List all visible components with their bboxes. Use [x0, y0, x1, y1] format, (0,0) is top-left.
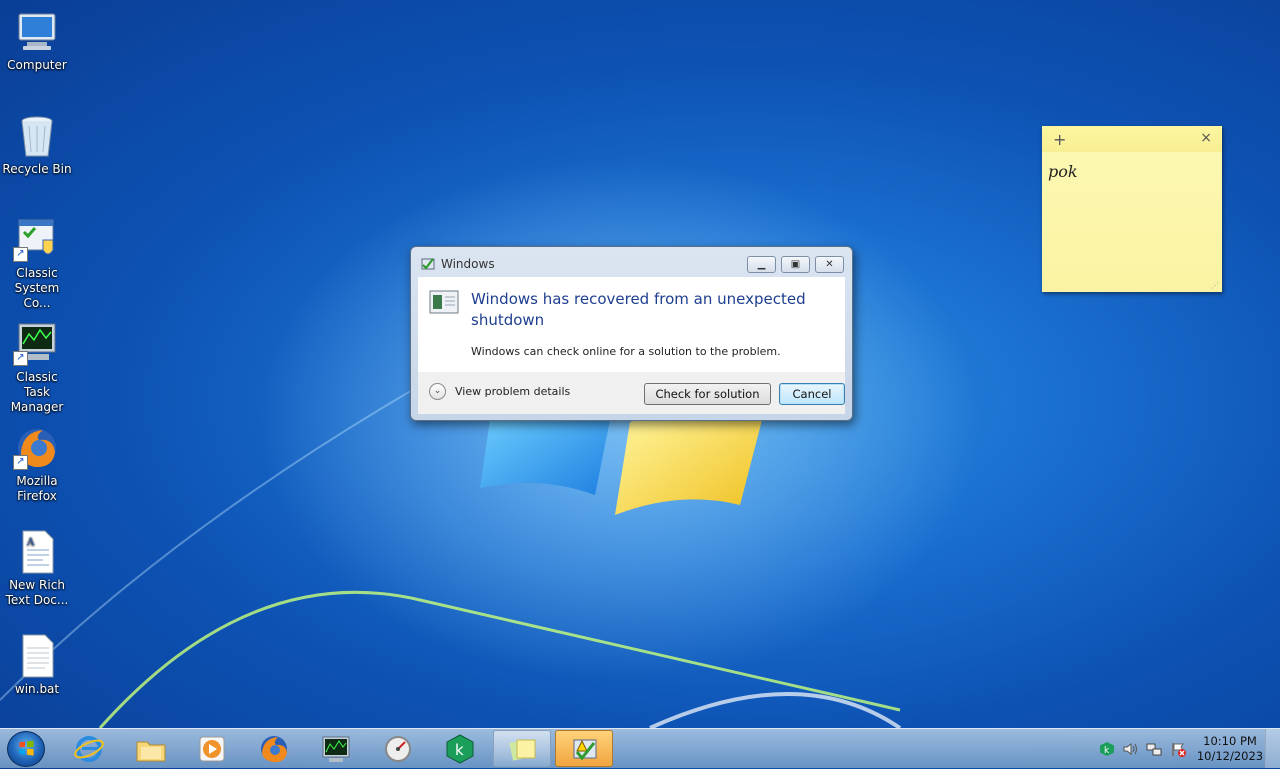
desktop-icon-recycle-bin[interactable]: Recycle Bin	[2, 112, 72, 177]
desktop-icon-label: win.bat	[14, 682, 60, 696]
sticky-note[interactable]: + × pok ⋰	[1042, 126, 1222, 292]
problem-report-document-icon	[429, 290, 459, 314]
close-button[interactable]: ✕	[815, 256, 844, 273]
recycle-bin-icon	[13, 112, 61, 160]
sticky-note-titlebar[interactable]: + ×	[1042, 126, 1222, 152]
view-problem-details-link[interactable]: View problem details	[455, 385, 570, 398]
recovery-dialog: Windows ▁ ▣ ✕ Windows has recovered from…	[410, 246, 853, 421]
rich-text-document-icon: A	[13, 528, 61, 576]
desktop-icon-label: Recycle Bin	[2, 162, 72, 176]
task-manager-icon: ↗	[13, 320, 61, 368]
taskbar-kaspersky[interactable]: k	[431, 730, 489, 767]
desktop-icon-computer[interactable]: Computer	[2, 8, 72, 73]
firefox-icon: ↗	[13, 424, 61, 472]
desktop-icon-label: New Rich Text Doc...	[5, 578, 69, 607]
minimize-icon: ▁	[757, 259, 766, 270]
resize-grip-icon[interactable]: ⋰	[1211, 281, 1219, 290]
close-note-button[interactable]: ×	[1200, 130, 1212, 146]
batch-file-icon	[13, 632, 61, 680]
taskbar-media-player[interactable]	[183, 730, 241, 767]
dialog-title: Windows	[441, 257, 495, 271]
dialog-subtext: Windows can check online for a solution …	[471, 345, 781, 358]
windows-logo-icon	[19, 740, 34, 756]
shortcut-arrow-icon: ↗	[13, 247, 28, 262]
svg-text:k: k	[1104, 746, 1110, 756]
system-clock[interactable]: 10:10 PM 10/12/2023	[1195, 734, 1265, 764]
show-desktop-button[interactable]	[1265, 729, 1280, 768]
start-button[interactable]	[7, 731, 45, 767]
speedometer-icon	[385, 736, 411, 762]
problem-reports-icon	[421, 258, 435, 270]
explorer-folder-icon	[136, 741, 166, 762]
desktop-icon-label: Computer	[7, 58, 67, 72]
firefox-icon	[261, 736, 287, 763]
desktop-icon-label: Classic Task Manager	[10, 370, 64, 414]
kaspersky-tray-icon[interactable]: k	[1099, 741, 1115, 757]
dialog-content: Windows has recovered from an unexpected…	[418, 277, 845, 372]
minimize-button[interactable]: ▁	[747, 256, 776, 273]
chevron-down-icon: ⌄	[433, 386, 442, 396]
dialog-footer: ⌄ View problem details Check for solutio…	[418, 372, 845, 414]
task-manager-icon	[322, 736, 350, 762]
taskbar: k k 10:10 PM 10/12/2023	[0, 728, 1280, 768]
clock-date: 10/12/2023	[1196, 749, 1264, 763]
kaspersky-icon: k	[446, 734, 474, 764]
control-panel-icon: ↗	[13, 216, 61, 264]
taskbar-problem-reports[interactable]	[555, 730, 613, 767]
computer-icon	[13, 8, 61, 56]
cancel-button[interactable]: Cancel	[779, 383, 845, 405]
shortcut-arrow-icon: ↗	[13, 351, 28, 366]
desktop-icon-label: Classic System Co...	[14, 266, 60, 310]
network-icon[interactable]	[1146, 741, 1162, 757]
desktop-icon-classic-system-control[interactable]: ↗ Classic System Co...	[2, 216, 72, 311]
media-player-icon	[199, 736, 225, 762]
maximize-button[interactable]: ▣	[781, 256, 810, 273]
desktop-icon-label: Mozilla Firefox	[16, 474, 58, 503]
shortcut-arrow-icon: ↗	[13, 455, 28, 470]
clock-time: 10:10 PM	[1203, 734, 1257, 748]
close-icon: ✕	[825, 259, 834, 270]
sticky-note-text[interactable]: pok	[1042, 152, 1222, 191]
desktop-icon-win-bat[interactable]: win.bat	[2, 632, 72, 697]
add-note-button[interactable]: +	[1053, 130, 1066, 149]
desktop-icon-classic-task-manager[interactable]: ↗ Classic Task Manager	[2, 320, 72, 415]
svg-text:A: A	[26, 537, 35, 548]
restore-icon: ▣	[790, 259, 801, 270]
sticky-notes-icon	[509, 739, 536, 761]
desktop-icon-new-rich-text-document[interactable]: A New Rich Text Doc...	[2, 528, 72, 608]
desktop-icon-mozilla-firefox[interactable]: ↗ Mozilla Firefox	[2, 424, 72, 504]
action-center-icon[interactable]	[1170, 741, 1186, 757]
taskbar-speedometer[interactable]	[369, 730, 427, 767]
dialog-headline: Windows has recovered from an unexpected…	[471, 290, 806, 329]
volume-icon[interactable]	[1122, 741, 1138, 757]
taskbar-explorer[interactable]	[122, 730, 180, 767]
expand-details-button[interactable]: ⌄	[429, 383, 446, 400]
dialog-titlebar[interactable]: Windows ▁ ▣ ✕	[411, 247, 852, 277]
svg-text:k: k	[455, 741, 464, 759]
taskbar-internet-explorer[interactable]	[60, 730, 118, 767]
internet-explorer-icon	[74, 736, 104, 762]
taskbar-sticky-notes[interactable]	[493, 730, 551, 767]
taskbar-task-manager[interactable]	[307, 730, 365, 767]
taskbar-firefox[interactable]	[245, 730, 303, 767]
check-for-solution-button[interactable]: Check for solution	[644, 383, 771, 405]
problem-reports-icon	[573, 739, 597, 761]
